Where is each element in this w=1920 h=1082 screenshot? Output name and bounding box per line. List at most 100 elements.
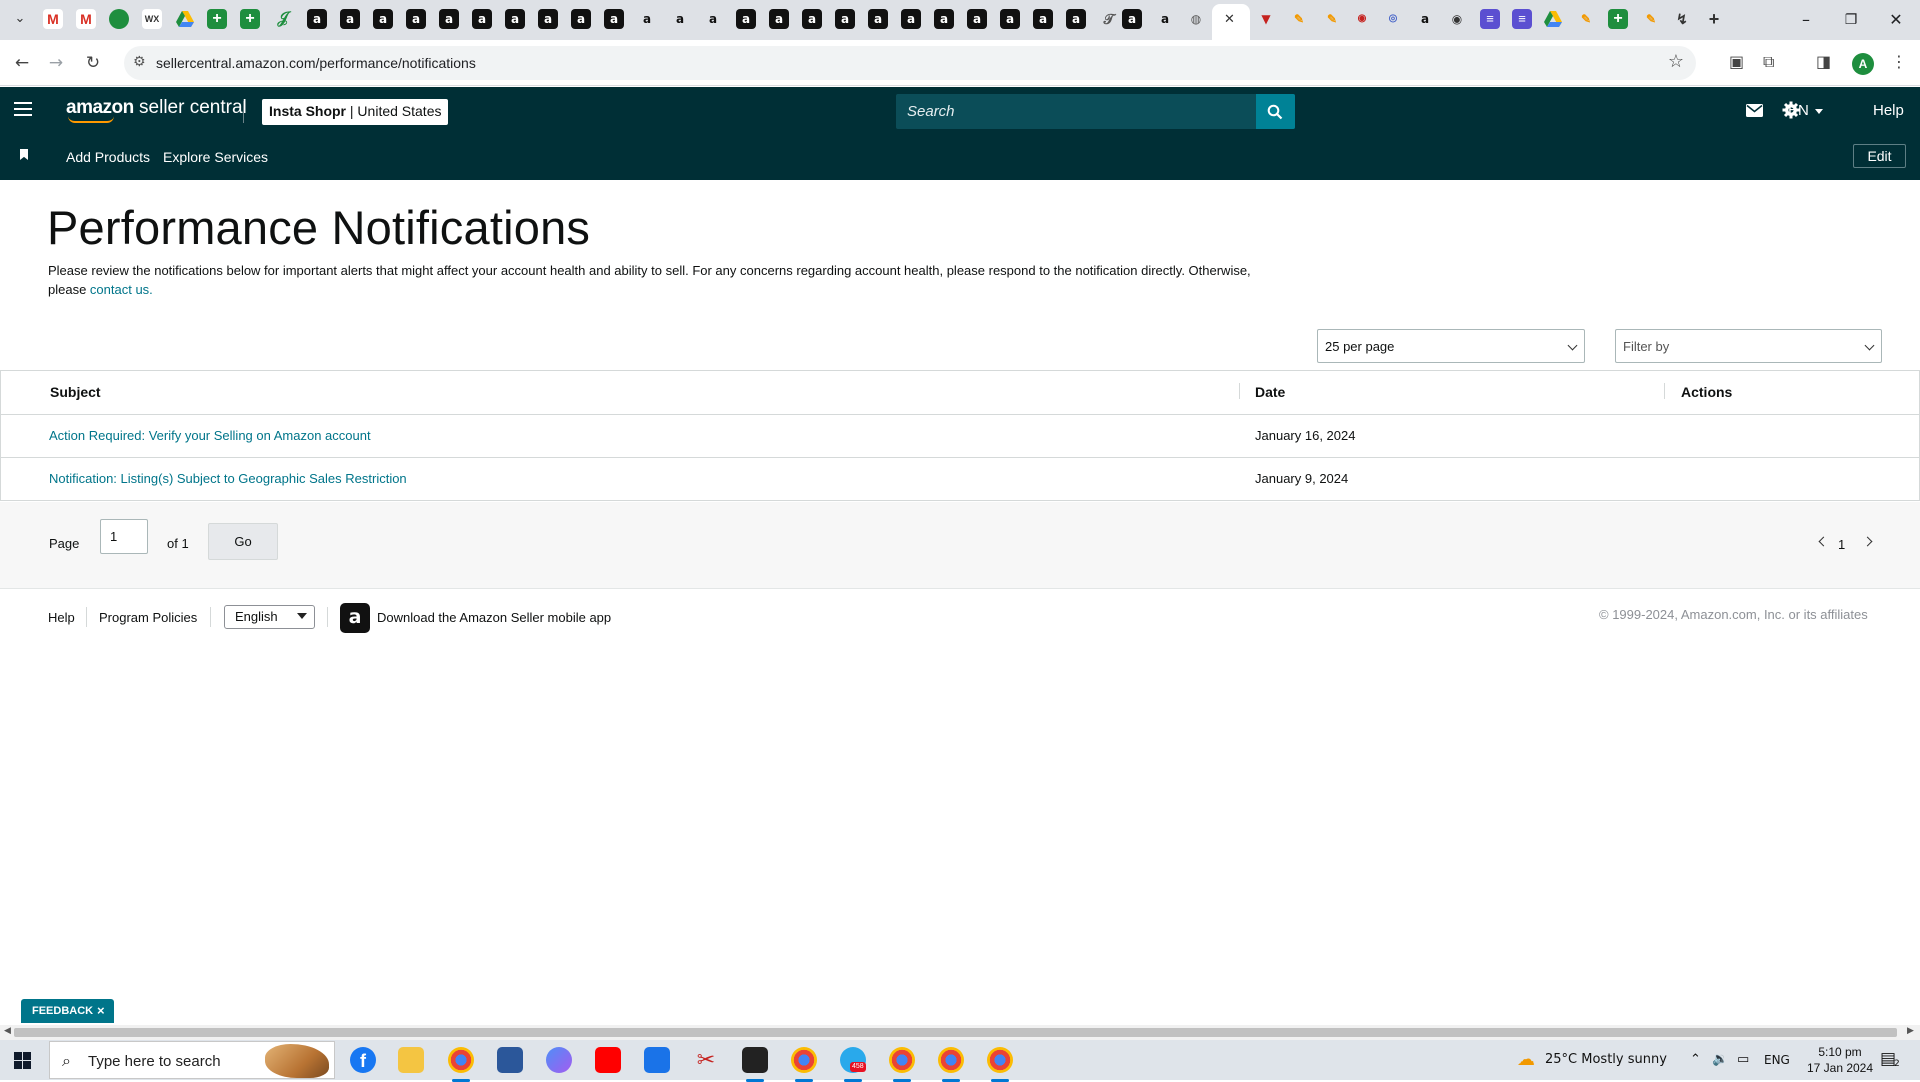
contact-us-link[interactable]: contact us.: [90, 282, 153, 297]
amazon-tab-icon[interactable]: a: [406, 9, 426, 29]
red-triangle-tab-icon[interactable]: ▼: [1256, 9, 1276, 29]
close-feedback-icon[interactable]: ×: [97, 999, 105, 1023]
extension-off-icon[interactable]: ▣: [1729, 52, 1744, 71]
green-site-tab-icon[interactable]: [109, 9, 129, 29]
per-page-select[interactable]: 25 per page: [1317, 329, 1585, 363]
column-header-subject[interactable]: Subject: [50, 384, 101, 400]
filter-by-select[interactable]: Filter by: [1615, 329, 1882, 363]
pencil-tab-icon[interactable]: ✎: [1289, 9, 1309, 29]
sheets-tab-icon[interactable]: +: [207, 9, 227, 29]
profile-avatar[interactable]: A: [1852, 53, 1874, 75]
amazon-tab-icon[interactable]: a: [736, 9, 756, 29]
back-icon[interactable]: ←: [9, 50, 35, 76]
prev-page-icon[interactable]: [1818, 536, 1829, 547]
amazon-tab-icon[interactable]: a: [934, 9, 954, 29]
scrollbar-thumb[interactable]: [14, 1028, 1897, 1037]
tab-search-icon[interactable]: ⌄: [10, 9, 30, 29]
google-drive-tab-icon[interactable]: [1543, 9, 1563, 29]
amazon-tab-icon[interactable]: a: [604, 9, 624, 29]
go-button[interactable]: Go: [208, 523, 278, 560]
amazon-tab-icon[interactable]: a: [505, 9, 525, 29]
minimize-button[interactable]: –: [1791, 8, 1821, 32]
close-window-button[interactable]: ✕: [1881, 8, 1911, 32]
address-bar[interactable]: ⚙ sellercentral.amazon.com/performance/n…: [124, 46, 1696, 80]
pencil-tab-icon[interactable]: ✎: [1641, 9, 1661, 29]
amazon-tab-icon[interactable]: a: [1000, 9, 1020, 29]
nav-add-products[interactable]: Add Products: [66, 149, 150, 165]
search-button[interactable]: [1256, 94, 1295, 129]
taskbar-clock[interactable]: 5:10 pm 17 Jan 2024: [1800, 1044, 1880, 1076]
amazon-tab-icon[interactable]: a: [472, 9, 492, 29]
telegram-icon[interactable]: 458: [840, 1047, 866, 1082]
chrome-profile-icon[interactable]: [987, 1047, 1013, 1082]
amazon-tab-icon[interactable]: a: [835, 9, 855, 29]
chrome-profile-icon[interactable]: [448, 1047, 474, 1082]
forward-icon[interactable]: →: [43, 50, 69, 76]
windows-start-icon[interactable]: [14, 1052, 31, 1069]
input-language[interactable]: ENG: [1764, 1053, 1790, 1067]
amazon-tab-icon[interactable]: a: [1122, 9, 1142, 29]
bookmark-star-icon[interactable]: ☆: [1668, 51, 1684, 72]
weather-text[interactable]: 25°C Mostly sunny: [1545, 1052, 1667, 1067]
footer-help-link[interactable]: Help: [48, 610, 75, 625]
youtube-icon[interactable]: [595, 1047, 621, 1073]
misc-tab-icon[interactable]: 𝒯: [1099, 9, 1119, 29]
next-page-icon[interactable]: [1862, 536, 1873, 547]
download-app-link[interactable]: Download the Amazon Seller mobile app: [377, 610, 611, 625]
header-help-link[interactable]: Help: [1873, 102, 1904, 119]
site-settings-icon[interactable]: ⚙: [133, 54, 146, 70]
sticky-notes-icon[interactable]: [742, 1047, 768, 1082]
amazon-tab-icon[interactable]: a: [1066, 9, 1086, 29]
maximize-button[interactable]: ❐: [1836, 8, 1866, 32]
browser-menu-icon[interactable]: ⋮: [1891, 52, 1907, 71]
gmail-tab-icon[interactable]: M: [43, 9, 63, 29]
wix-tab-icon[interactable]: WX: [142, 9, 162, 29]
extensions-icon[interactable]: ⧉: [1763, 52, 1774, 72]
amazon-seller-app-icon[interactable]: a: [340, 603, 370, 633]
snipping-tool-icon[interactable]: ✂: [693, 1047, 719, 1073]
current-page-number[interactable]: 1: [1838, 537, 1845, 552]
seller-central-logo[interactable]: amazon seller central: [66, 97, 247, 123]
url-text[interactable]: sellercentral.amazon.com/performance/not…: [156, 55, 476, 71]
globe-tab-icon[interactable]: ◍: [1186, 9, 1206, 29]
amazon-tab-icon[interactable]: a: [802, 9, 822, 29]
misc-tab-icon[interactable]: ↯: [1672, 9, 1692, 29]
volume-icon[interactable]: 🔉: [1712, 1052, 1728, 1067]
sheets-tab-icon[interactable]: +: [240, 9, 260, 29]
blue-logo-tab-icon[interactable]: ◎: [1383, 9, 1403, 29]
feedback-button[interactable]: FEEDBACK ×: [21, 999, 114, 1023]
weather-icon[interactable]: ☁: [1517, 1049, 1535, 1070]
amazon-tab-icon[interactable]: a: [439, 9, 459, 29]
footer-language-select[interactable]: English: [224, 605, 315, 629]
search-input[interactable]: [896, 94, 1256, 129]
amazon-tab-icon[interactable]: a: [967, 9, 987, 29]
google-drive-tab-icon[interactable]: [175, 9, 195, 29]
amazon-tab-icon[interactable]: a: [571, 9, 591, 29]
forms-tab-icon[interactable]: ≡: [1512, 9, 1532, 29]
amazon-tab-icon[interactable]: a: [1415, 9, 1435, 29]
shopify-tab-icon[interactable]: 𝒥: [273, 9, 293, 29]
amazon-tab-icon[interactable]: a: [901, 9, 921, 29]
reload-icon[interactable]: ↻: [80, 50, 106, 76]
scroll-right-icon[interactable]: ▶: [1907, 1026, 1914, 1036]
amazon-tab-icon[interactable]: a: [373, 9, 393, 29]
notification-subject-link[interactable]: Action Required: Verify your Selling on …: [49, 428, 371, 443]
amazon-tab-icon[interactable]: a: [340, 9, 360, 29]
bookmark-icon[interactable]: [20, 149, 28, 160]
footer-program-policies-link[interactable]: Program Policies: [99, 610, 197, 625]
calculator-icon[interactable]: [497, 1047, 523, 1073]
facebook-icon[interactable]: f: [350, 1047, 376, 1073]
new-tab-icon[interactable]: +: [1704, 9, 1724, 29]
sheets-tab-icon[interactable]: +: [1608, 9, 1628, 29]
amazon-tab-icon[interactable]: a: [1155, 9, 1175, 29]
network-icon[interactable]: ▭: [1737, 1052, 1749, 1067]
pencil-tab-icon[interactable]: ✎: [1322, 9, 1342, 29]
chrome-profile-icon[interactable]: [938, 1047, 964, 1082]
tray-expand-icon[interactable]: ⌃: [1690, 1052, 1701, 1067]
chrome-profile-icon[interactable]: [791, 1047, 817, 1082]
store-switcher[interactable]: Insta Shopr | United States: [262, 99, 449, 125]
amazon-tab-icon[interactable]: a: [538, 9, 558, 29]
amazon-tab-icon[interactable]: a: [637, 9, 657, 29]
taskbar-search-box[interactable]: ⌕ Type here to search: [49, 1041, 335, 1079]
scroll-left-icon[interactable]: ◀: [4, 1026, 11, 1036]
